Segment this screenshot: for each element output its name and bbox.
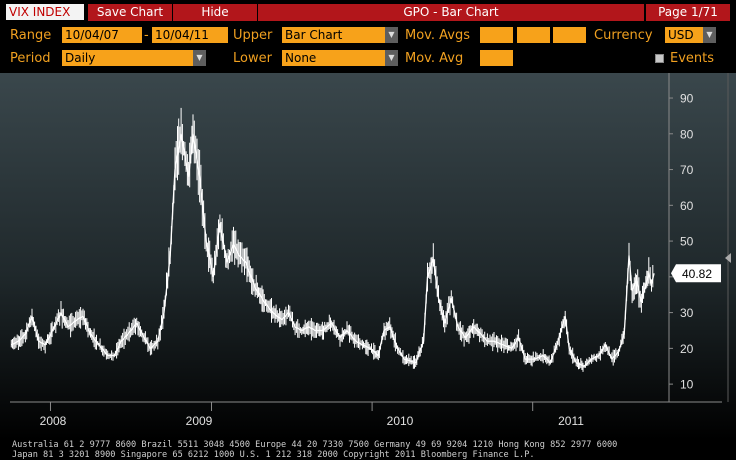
- mov-avg-single-input[interactable]: [480, 50, 513, 66]
- lower-select[interactable]: None ▼: [282, 50, 398, 66]
- range-start-input[interactable]: 10/04/07: [62, 27, 142, 43]
- upper-select[interactable]: Bar Chart ▼: [282, 27, 398, 43]
- ticker-field[interactable]: VIX INDEX: [6, 4, 84, 20]
- chart-title: GPO - Bar Chart: [258, 4, 644, 21]
- y-tick-label: 70: [680, 163, 694, 177]
- y-tick-label: 50: [680, 235, 694, 249]
- x-tick-label: 2008: [40, 414, 67, 428]
- dropdown-arrow-icon[interactable]: ▼: [193, 50, 206, 66]
- period-label: Period: [10, 51, 51, 66]
- mov-avg-input-3[interactable]: [553, 27, 586, 43]
- range-end-input[interactable]: 10/04/11: [152, 27, 228, 43]
- hide-button[interactable]: Hide: [173, 4, 257, 21]
- mov-avg-input-2[interactable]: [517, 27, 550, 43]
- y-tick-label: 90: [680, 92, 694, 106]
- dropdown-arrow-icon[interactable]: ▼: [703, 27, 716, 43]
- currency-label: Currency: [594, 28, 653, 43]
- x-tick-label: 2010: [387, 414, 414, 428]
- checkbox-icon[interactable]: [655, 54, 664, 63]
- x-tick-label: 2011: [558, 414, 584, 428]
- lower-label: Lower: [233, 51, 272, 66]
- save-chart-button[interactable]: Save Chart: [88, 4, 172, 21]
- lower-select-value: None: [285, 51, 317, 65]
- footer-contacts-line2: Japan 81 3 3201 8900 Singapore 65 6212 1…: [12, 449, 535, 460]
- x-tick-label: 2009: [186, 414, 213, 428]
- y-tick-label: 60: [680, 199, 694, 213]
- last-value-marker: 40.82: [671, 264, 721, 283]
- y-tick-label: 80: [680, 127, 694, 141]
- mov-avgs-label: Mov. Avgs: [405, 28, 470, 43]
- page-indicator: Page 1/71: [646, 4, 730, 21]
- last-value-label: 40.82: [682, 267, 712, 281]
- chart-background: [0, 73, 736, 440]
- period-select-value: Daily: [65, 51, 96, 65]
- events-label: Events: [670, 51, 715, 66]
- y-tick-label: 30: [680, 306, 694, 320]
- period-select[interactable]: Daily ▼: [62, 50, 206, 66]
- range-dash: -: [144, 28, 149, 43]
- dropdown-arrow-icon[interactable]: ▼: [385, 50, 398, 66]
- currency-select-value: USD: [668, 28, 694, 42]
- mov-avg-label: Mov. Avg: [405, 51, 464, 66]
- title-bar: VIX INDEX Save Chart Hide GPO - Bar Char…: [0, 0, 736, 23]
- upper-label: Upper: [233, 28, 273, 43]
- upper-select-value: Bar Chart: [285, 28, 343, 42]
- chart-svg: 102030405060708090 2008200920102011 40.8…: [0, 73, 736, 440]
- dropdown-arrow-icon[interactable]: ▼: [385, 27, 398, 43]
- currency-select[interactable]: USD ▼: [665, 27, 716, 43]
- footer: Australia 61 2 9777 8600 Brazil 5511 304…: [0, 440, 736, 460]
- price-chart: 102030405060708090 2008200920102011 40.8…: [0, 73, 736, 440]
- range-label: Range: [10, 28, 52, 43]
- y-tick-label: 20: [680, 342, 694, 356]
- y-tick-label: 10: [680, 378, 694, 392]
- mov-avg-input-1[interactable]: [480, 27, 513, 43]
